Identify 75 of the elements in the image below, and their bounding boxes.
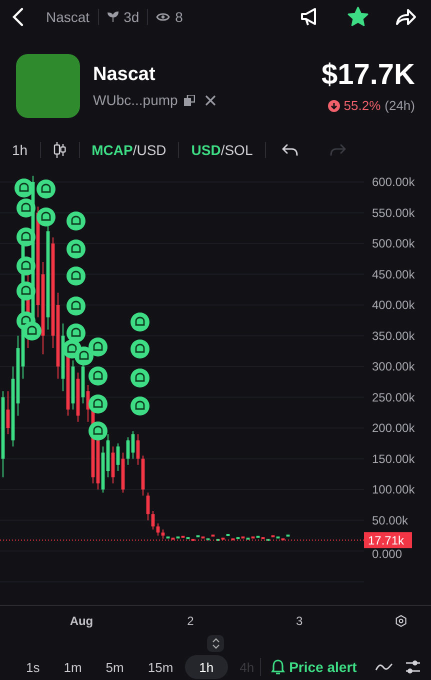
y-axis-label: 350.00k — [372, 328, 415, 342]
trade-marker-icon[interactable] — [130, 396, 150, 416]
interval-button[interactable]: 1h — [10, 136, 40, 163]
y-axis-label: 150.00k — [372, 451, 415, 466]
trade-marker-icon[interactable] — [66, 323, 86, 342]
y-axis-label: 100.00k — [372, 482, 415, 496]
token-address: WUbc...pump — [93, 92, 178, 108]
y-axis-label: 300.00k — [372, 359, 415, 374]
y-axis-label: 450.00k — [372, 266, 415, 281]
chevron-left-icon — [12, 6, 24, 27]
change-period: (24h) — [384, 98, 415, 114]
price-change: 55.2% — [344, 98, 381, 114]
token-name: Nascat — [93, 64, 156, 86]
trade-marker-icon[interactable] — [16, 256, 36, 276]
y-axis-label: 600.00k — [372, 174, 415, 189]
token-age: 3d — [124, 8, 140, 25]
trade-marker-icon[interactable] — [130, 368, 150, 388]
trade-marker-icon[interactable] — [88, 421, 108, 440]
y-axis-label: 200.00k — [372, 420, 415, 435]
copy-button[interactable] — [184, 94, 195, 106]
y-axis-label: 500.00k — [372, 236, 415, 250]
sliders-button[interactable] — [404, 659, 421, 676]
candle — [211, 534, 215, 536]
x-link[interactable] — [204, 94, 216, 106]
mcap-usd-toggle[interactable]: MCAP/USD — [80, 136, 178, 163]
trade-marker-icon[interactable] — [16, 227, 36, 246]
interval-tab[interactable]: 1s — [14, 655, 52, 680]
y-axis-label: 0.000 — [372, 546, 402, 561]
sprout-icon — [106, 10, 119, 23]
price-alert-button[interactable]: Price alert — [267, 659, 361, 676]
x-axis-label: Aug — [68, 614, 94, 628]
redo-icon — [330, 144, 346, 156]
y-axis-label: 400.00k — [372, 298, 415, 312]
photo-placeholder — [16, 54, 80, 118]
expand-toggle-button[interactable] — [207, 635, 224, 652]
x-axis-label: 3 — [295, 614, 304, 628]
trade-marker-icon[interactable] — [16, 281, 36, 300]
trade-marker-icon[interactable] — [88, 394, 108, 414]
token-title: Nascat — [46, 8, 90, 25]
y-axis-label: 250.00k — [372, 390, 415, 404]
trade-marker-icon[interactable] — [22, 321, 42, 340]
chevron-up-down-icon — [212, 638, 220, 650]
sliders-icon — [404, 659, 421, 676]
trade-marker-icon[interactable] — [130, 339, 150, 358]
trade-marker-icon[interactable] — [14, 178, 34, 198]
share-icon — [395, 6, 417, 27]
trade-marker-icon[interactable] — [16, 198, 36, 218]
interval-tab[interactable]: 1m — [52, 655, 94, 680]
copy-icon — [184, 94, 195, 106]
trade-marker-icon[interactable] — [36, 207, 56, 226]
watcher-count: 8 — [175, 8, 183, 25]
trade-marker-icon[interactable] — [66, 239, 86, 258]
bell-icon — [271, 659, 286, 676]
candle — [286, 534, 290, 536]
trade-marker-icon[interactable] — [74, 346, 94, 366]
trade-marker-icon[interactable] — [66, 266, 86, 286]
trade-marker-icon[interactable] — [36, 179, 56, 198]
trade-marker-icon[interactable] — [88, 366, 108, 386]
y-axis-label: 550.00k — [372, 205, 415, 220]
trade-marker-icon[interactable] — [130, 312, 150, 332]
interval-tab[interactable]: 5m — [94, 655, 136, 680]
undo-icon — [282, 144, 298, 156]
interval-tab[interactable]: 15m — [136, 655, 186, 680]
x-logo-icon — [204, 94, 216, 106]
usd-sol-toggle[interactable]: USD/SOL — [179, 136, 265, 163]
interval-tab[interactable]: 1h — [185, 655, 228, 680]
current-price-tag: 17.71k — [364, 532, 412, 548]
candlestick-icon — [52, 140, 67, 159]
x-axis-label: 2 — [186, 614, 195, 628]
market-cap: $17.7K — [321, 59, 415, 92]
trade-marker-icon[interactable] — [88, 337, 108, 356]
trade-marker-icon[interactable] — [66, 211, 86, 230]
trade-marker-icon[interactable] — [66, 296, 86, 316]
eye-icon — [156, 12, 170, 22]
y-axis-label: 50.00k — [372, 512, 408, 527]
